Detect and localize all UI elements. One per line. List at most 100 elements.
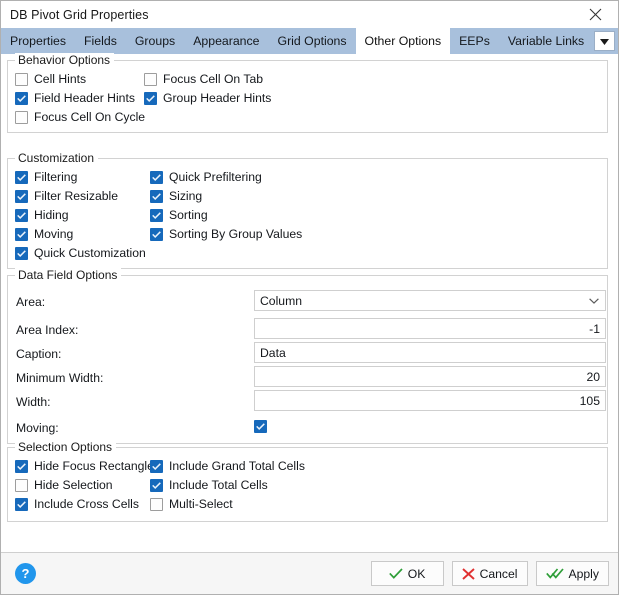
tab-label: Fields xyxy=(84,34,117,48)
input-caption-value: Data xyxy=(260,345,286,360)
checkbox-box xyxy=(144,73,157,86)
dialog-footer: ? OK Cancel Apply xyxy=(1,552,618,594)
checkbox-label: Hide Focus Rectangle xyxy=(34,459,154,473)
checkbox-label: Include Cross Cells xyxy=(34,497,139,511)
ok-button[interactable]: OK xyxy=(370,561,444,586)
checkbox-filtering[interactable]: Filtering xyxy=(15,171,77,184)
checkbox-box xyxy=(15,171,28,184)
cancel-button[interactable]: Cancel xyxy=(451,561,528,586)
checkbox-label: Filter Resizable xyxy=(34,189,118,203)
input-minimum-width[interactable]: 20 xyxy=(254,366,606,387)
checkbox-box xyxy=(150,479,163,492)
tab-properties[interactable]: Properties xyxy=(1,28,75,54)
checkbox-quick-customization[interactable]: Quick Customization xyxy=(15,247,146,260)
checkbox-data-field-moving[interactable] xyxy=(254,420,267,433)
checkbox-box xyxy=(150,209,163,222)
tab-variable-links[interactable]: Variable Links xyxy=(499,28,593,54)
checkbox-box xyxy=(15,111,28,124)
chevron-down-icon xyxy=(600,34,609,48)
ok-button-label: OK xyxy=(407,566,426,581)
tab-groups[interactable]: Groups xyxy=(126,28,184,54)
checkbox-label: Multi-Select xyxy=(169,497,233,511)
label-moving: Moving: xyxy=(16,421,59,435)
checkbox-filter-resizable[interactable]: Filter Resizable xyxy=(15,190,118,203)
checkbox-label: Filtering xyxy=(34,170,78,184)
tab-label: EEPs xyxy=(459,34,490,48)
group-data-field-options: Data Field Options Area: Column Area Ind… xyxy=(7,268,608,444)
checkbox-label: Sorting xyxy=(169,208,208,222)
tab-eeps[interactable]: EEPs xyxy=(450,28,499,54)
checkbox-hide-selection[interactable]: Hide Selection xyxy=(15,479,113,492)
checkbox-label: Focus Cell On Cycle xyxy=(34,110,146,124)
tab-label: Grid Options xyxy=(277,34,347,48)
apply-button[interactable]: Apply xyxy=(535,561,609,586)
window-title: DB Pivot Grid Properties xyxy=(10,7,149,22)
checkbox-box xyxy=(15,190,28,203)
checkbox-sorting[interactable]: Sorting xyxy=(150,209,208,222)
label-area: Area: xyxy=(16,295,46,309)
chevron-down-icon xyxy=(589,291,599,310)
checkbox-sizing[interactable]: Sizing xyxy=(150,190,202,203)
combo-area-value: Column xyxy=(260,293,302,308)
checkbox-label: Focus Cell On Tab xyxy=(163,72,264,86)
checkbox-hide-focus-rectangle[interactable]: Hide Focus Rectangle xyxy=(15,460,154,473)
label-width: Width: xyxy=(16,395,51,409)
tab-grid-options[interactable]: Grid Options xyxy=(269,28,356,54)
check-icon xyxy=(388,568,403,579)
tab-appearance[interactable]: Appearance xyxy=(184,28,268,54)
cross-icon xyxy=(461,567,475,580)
tab-panel-other-options: Behavior Options Cell Hints Focus Cell O… xyxy=(1,53,618,552)
tab-label: Appearance xyxy=(193,34,260,48)
checkbox-box xyxy=(15,92,28,105)
checkbox-label: Hide Selection xyxy=(34,478,113,492)
checkbox-group-header-hints[interactable]: Group Header Hints xyxy=(144,92,271,105)
apply-button-label: Apply xyxy=(568,566,600,581)
checkbox-label: Include Grand Total Cells xyxy=(169,459,305,473)
checkbox-moving[interactable]: Moving xyxy=(15,228,73,241)
checkbox-box xyxy=(150,171,163,184)
checkbox-field-header-hints[interactable]: Field Header Hints xyxy=(15,92,135,105)
checkbox-include-grand-total-cells[interactable]: Include Grand Total Cells xyxy=(150,460,305,473)
checkbox-hiding[interactable]: Hiding xyxy=(15,209,69,222)
checkbox-box xyxy=(15,479,28,492)
input-area-index[interactable]: -1 xyxy=(254,318,606,339)
checkbox-include-total-cells[interactable]: Include Total Cells xyxy=(150,479,268,492)
tab-fields[interactable]: Fields xyxy=(75,28,126,54)
checkbox-label: Include Total Cells xyxy=(169,478,268,492)
tab-label: Variable Links xyxy=(507,34,585,48)
label-area-index: Area Index: xyxy=(16,323,79,337)
checkbox-cell-hints[interactable]: Cell Hints xyxy=(15,73,86,86)
checkbox-multi-select[interactable]: Multi-Select xyxy=(150,498,233,511)
checkbox-box xyxy=(150,228,163,241)
input-area-index-value: -1 xyxy=(589,321,600,336)
checkbox-box xyxy=(254,420,267,433)
checkbox-label: Cell Hints xyxy=(34,72,87,86)
label-minimum-width: Minimum Width: xyxy=(16,371,104,385)
help-icon[interactable]: ? xyxy=(15,563,36,584)
group-selection-options: Selection Options Hide Focus Rectangle I… xyxy=(7,440,608,522)
input-width-value: 105 xyxy=(579,393,600,408)
tab-other-options[interactable]: Other Options xyxy=(355,28,451,54)
title-bar: DB Pivot Grid Properties xyxy=(1,1,618,28)
group-behavior-options: Behavior Options Cell Hints Focus Cell O… xyxy=(7,53,608,133)
checkbox-box xyxy=(15,209,28,222)
combo-area[interactable]: Column xyxy=(254,290,606,311)
checkbox-label: Sorting By Group Values xyxy=(169,227,303,241)
input-caption[interactable]: Data xyxy=(254,342,606,363)
tab-label: Other Options xyxy=(364,34,442,48)
checkbox-box xyxy=(15,498,28,511)
tab-overflow-button[interactable] xyxy=(594,31,615,51)
checkbox-include-cross-cells[interactable]: Include Cross Cells xyxy=(15,498,139,511)
checkbox-label: Quick Prefiltering xyxy=(169,170,262,184)
checkbox-label: Quick Customization xyxy=(34,246,146,260)
checkbox-focus-cell-on-tab[interactable]: Focus Cell On Tab xyxy=(144,73,263,86)
checkbox-sorting-by-group-values[interactable]: Sorting By Group Values xyxy=(150,228,302,241)
checkbox-box xyxy=(15,73,28,86)
close-icon[interactable] xyxy=(573,2,618,28)
checkbox-quick-prefiltering[interactable]: Quick Prefiltering xyxy=(150,171,262,184)
tab-label: Properties xyxy=(10,34,67,48)
checkbox-box xyxy=(15,460,28,473)
input-width[interactable]: 105 xyxy=(254,390,606,411)
checkbox-focus-cell-on-cycle[interactable]: Focus Cell On Cycle xyxy=(15,111,145,124)
tab-bar: Properties Fields Groups Appearance Grid… xyxy=(1,28,618,54)
